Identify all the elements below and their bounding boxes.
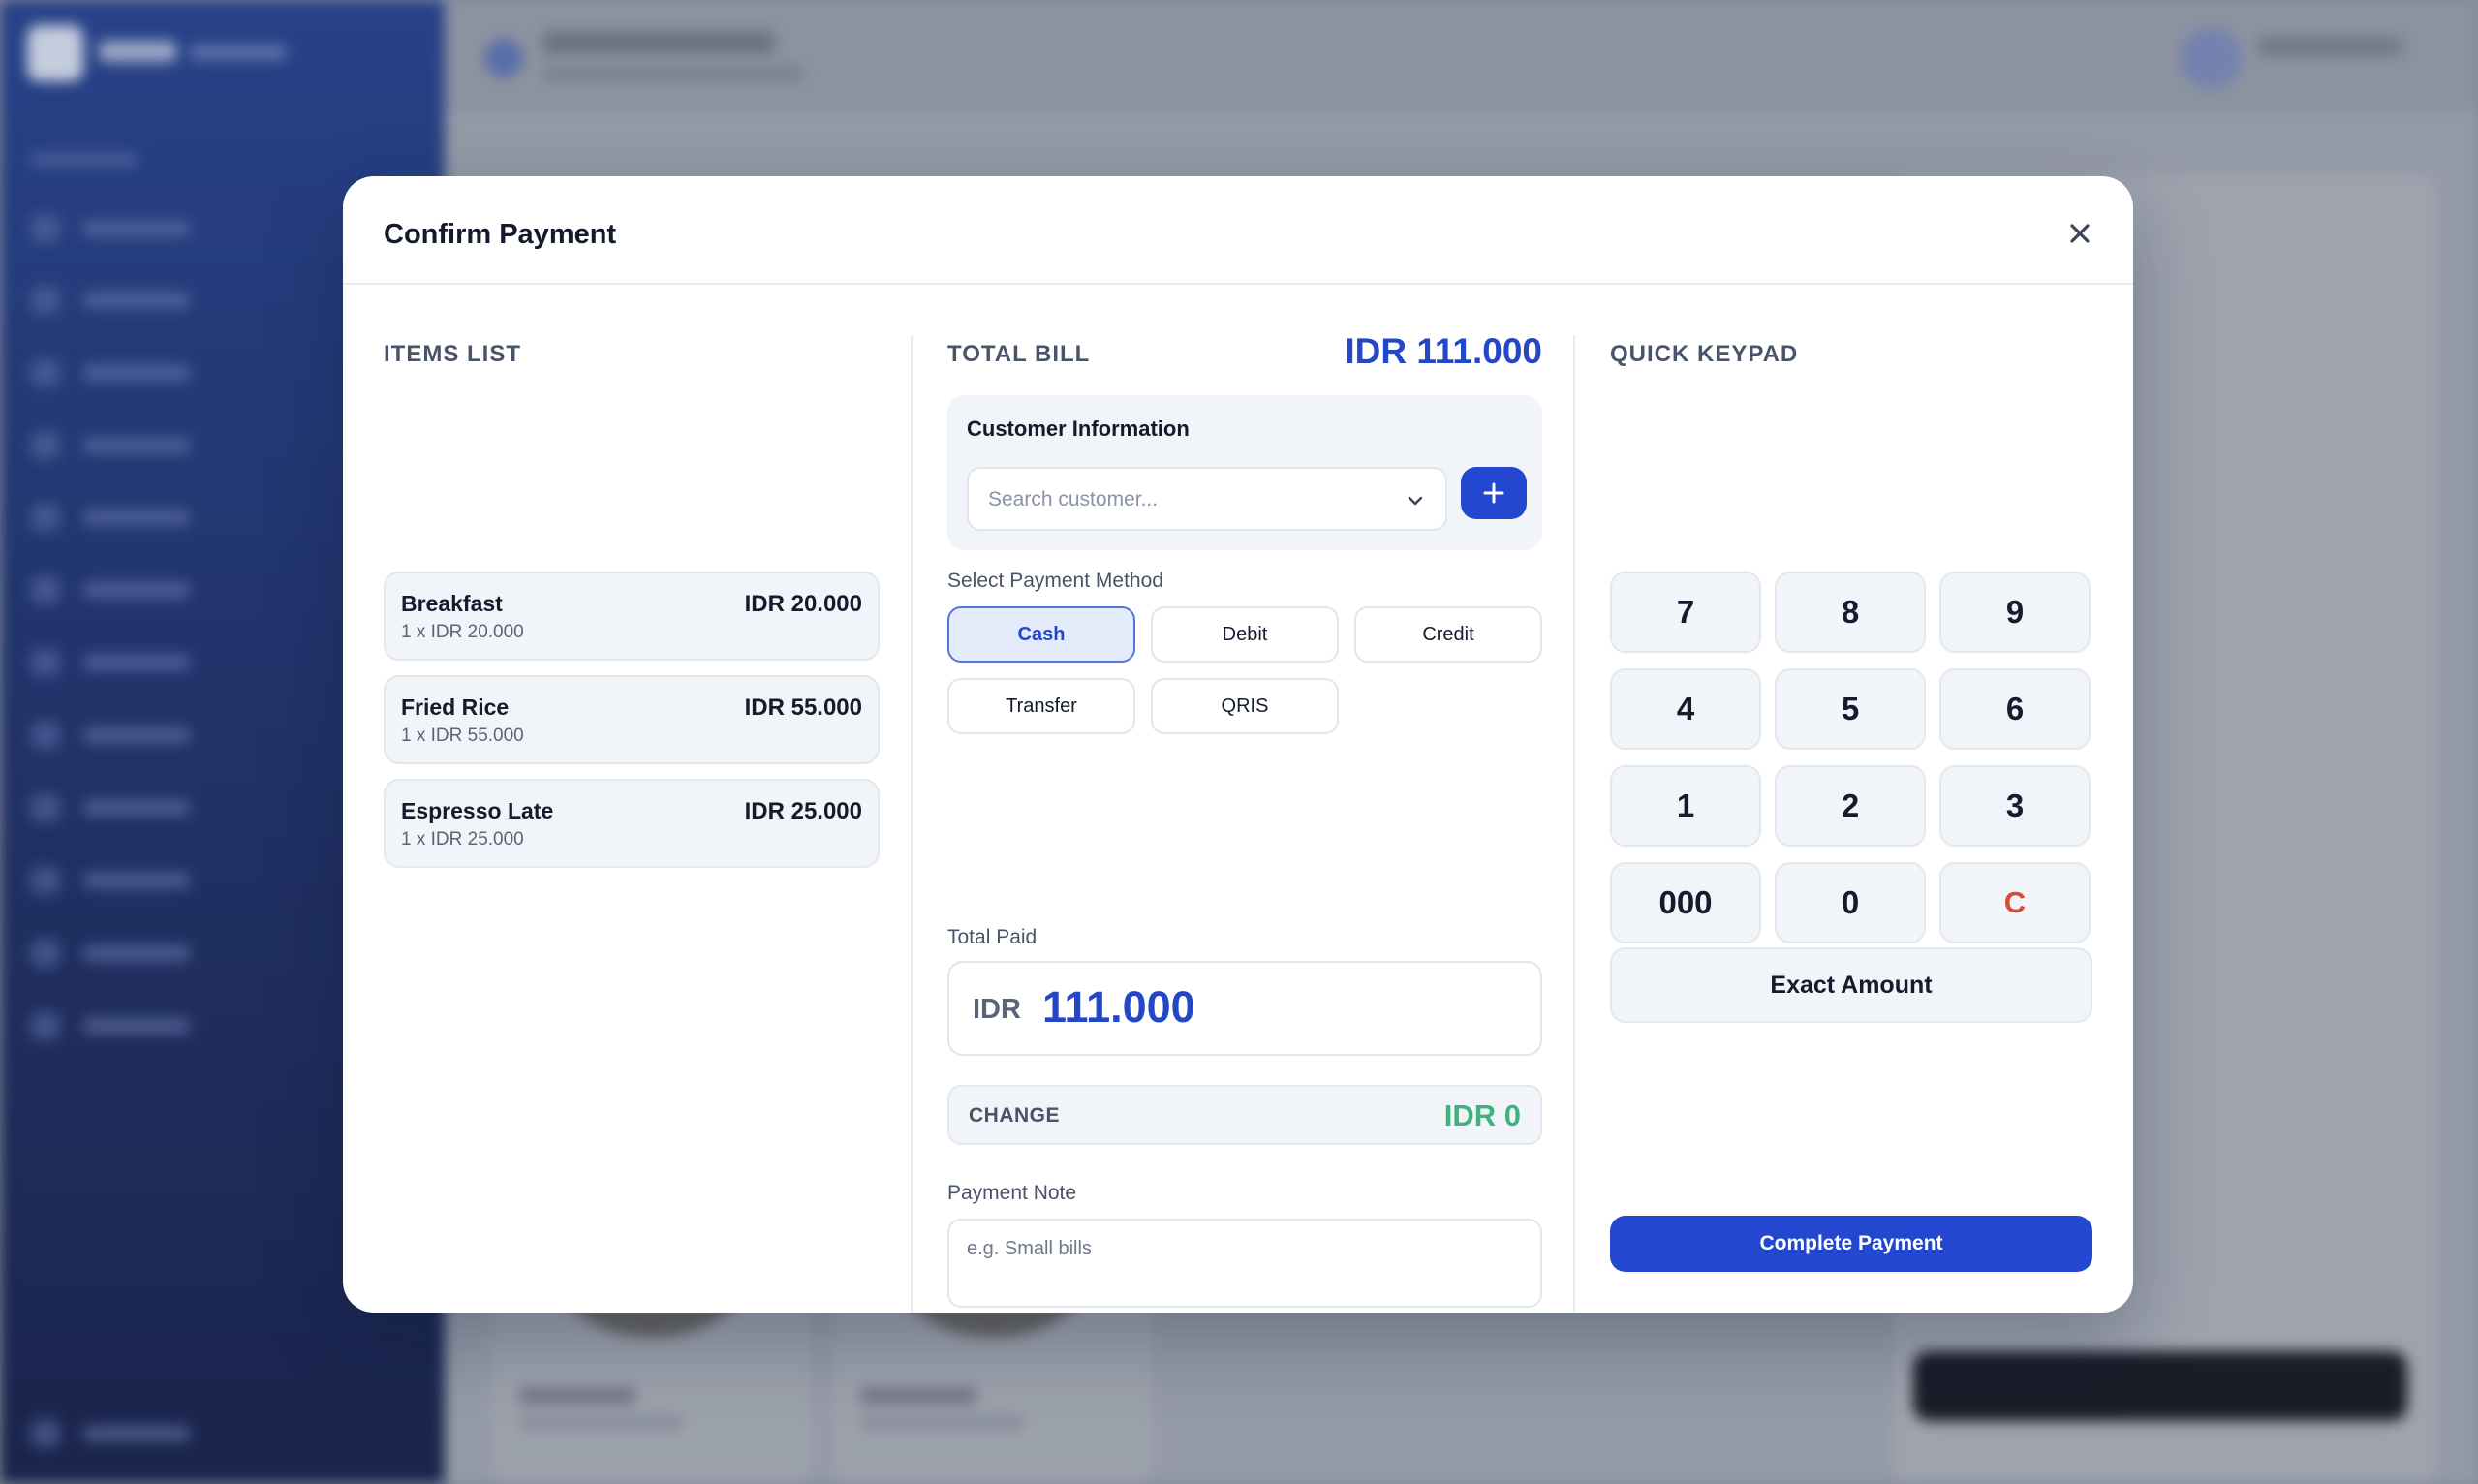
list-item: Fried Rice 1 x IDR 55.000 IDR 55.000 <box>384 675 880 764</box>
item-price: IDR 55.000 <box>744 695 862 721</box>
keypad-key-0[interactable]: 0 <box>1775 862 1926 943</box>
exact-amount-button[interactable]: Exact Amount <box>1610 947 2092 1023</box>
payment-note-label: Payment Note <box>947 1182 1077 1204</box>
customer-information-title: Customer Information <box>967 417 1190 441</box>
keypad-key-7[interactable]: 7 <box>1610 572 1761 653</box>
item-detail: 1 x IDR 25.000 <box>401 829 524 850</box>
payment-note-placeholder: e.g. Small bills <box>967 1238 1092 1259</box>
payment-method-qris[interactable]: QRIS <box>1151 678 1339 734</box>
keypad-key-8[interactable]: 8 <box>1775 572 1926 653</box>
payment-method-credit[interactable]: Credit <box>1354 606 1542 663</box>
keypad-key-4[interactable]: 4 <box>1610 668 1761 750</box>
keypad-key-9[interactable]: 9 <box>1939 572 2091 653</box>
close-button[interactable] <box>2063 217 2096 250</box>
keypad-clear-key[interactable]: C <box>1939 862 2091 943</box>
list-item: Espresso Late 1 x IDR 25.000 IDR 25.000 <box>384 779 880 868</box>
item-name: Fried Rice <box>401 695 510 720</box>
keypad-key-1[interactable]: 1 <box>1610 765 1761 847</box>
column-divider <box>911 335 913 1313</box>
keypad-key-2[interactable]: 2 <box>1775 765 1926 847</box>
list-item: Breakfast 1 x IDR 20.000 IDR 20.000 <box>384 572 880 661</box>
change-panel: CHANGE IDR 0 <box>947 1085 1542 1145</box>
item-detail: 1 x IDR 20.000 <box>401 622 524 642</box>
item-price: IDR 20.000 <box>744 591 862 617</box>
total-paid-value: 111.000 <box>1042 982 1195 1032</box>
keypad-key-3[interactable]: 3 <box>1939 765 2091 847</box>
item-name: Espresso Late <box>401 798 554 823</box>
modal-title: Confirm Payment <box>384 219 617 250</box>
plus-icon <box>1483 482 1504 504</box>
chevron-down-icon <box>1408 496 1423 506</box>
customer-search-placeholder: Search customer... <box>988 488 1159 510</box>
payment-method-cash[interactable]: Cash <box>947 606 1135 663</box>
item-price: IDR 25.000 <box>744 798 862 824</box>
total-bill-label: TOTAL BILL <box>947 341 1091 367</box>
modal-header: Confirm Payment <box>343 176 2133 285</box>
payment-method-debit[interactable]: Debit <box>1151 606 1339 663</box>
keypad-key-6[interactable]: 6 <box>1939 668 2091 750</box>
payment-method-transfer[interactable]: Transfer <box>947 678 1135 734</box>
total-paid-label: Total Paid <box>947 926 1038 948</box>
confirm-payment-modal: Confirm Payment ITEMS LIST Breakfast 1 x… <box>343 176 2133 1313</box>
add-customer-button[interactable] <box>1461 467 1527 519</box>
item-detail: 1 x IDR 55.000 <box>401 726 524 746</box>
close-icon <box>2070 224 2090 243</box>
item-name: Breakfast <box>401 591 503 616</box>
keypad-key-5[interactable]: 5 <box>1775 668 1926 750</box>
column-divider <box>1573 335 1575 1313</box>
customer-search-select[interactable]: Search customer... <box>967 467 1447 531</box>
total-bill-value: IDR 111.000 <box>1345 331 1542 371</box>
complete-payment-button[interactable]: Complete Payment <box>1610 1216 2092 1272</box>
payment-note-input[interactable]: e.g. Small bills <box>947 1219 1542 1308</box>
customer-information-panel: Customer Information Search customer... <box>947 395 1542 550</box>
items-list-label: ITEMS LIST <box>384 341 521 367</box>
change-label: CHANGE <box>969 1104 1061 1127</box>
payment-method-label: Select Payment Method <box>947 570 1163 592</box>
total-paid-input[interactable]: IDR 111.000 <box>947 961 1542 1056</box>
keypad-key-000[interactable]: 000 <box>1610 862 1761 943</box>
total-paid-currency: IDR <box>973 994 1021 1025</box>
quick-keypad-label: QUICK KEYPAD <box>1610 341 1799 367</box>
change-value: IDR 0 <box>1443 1098 1521 1132</box>
